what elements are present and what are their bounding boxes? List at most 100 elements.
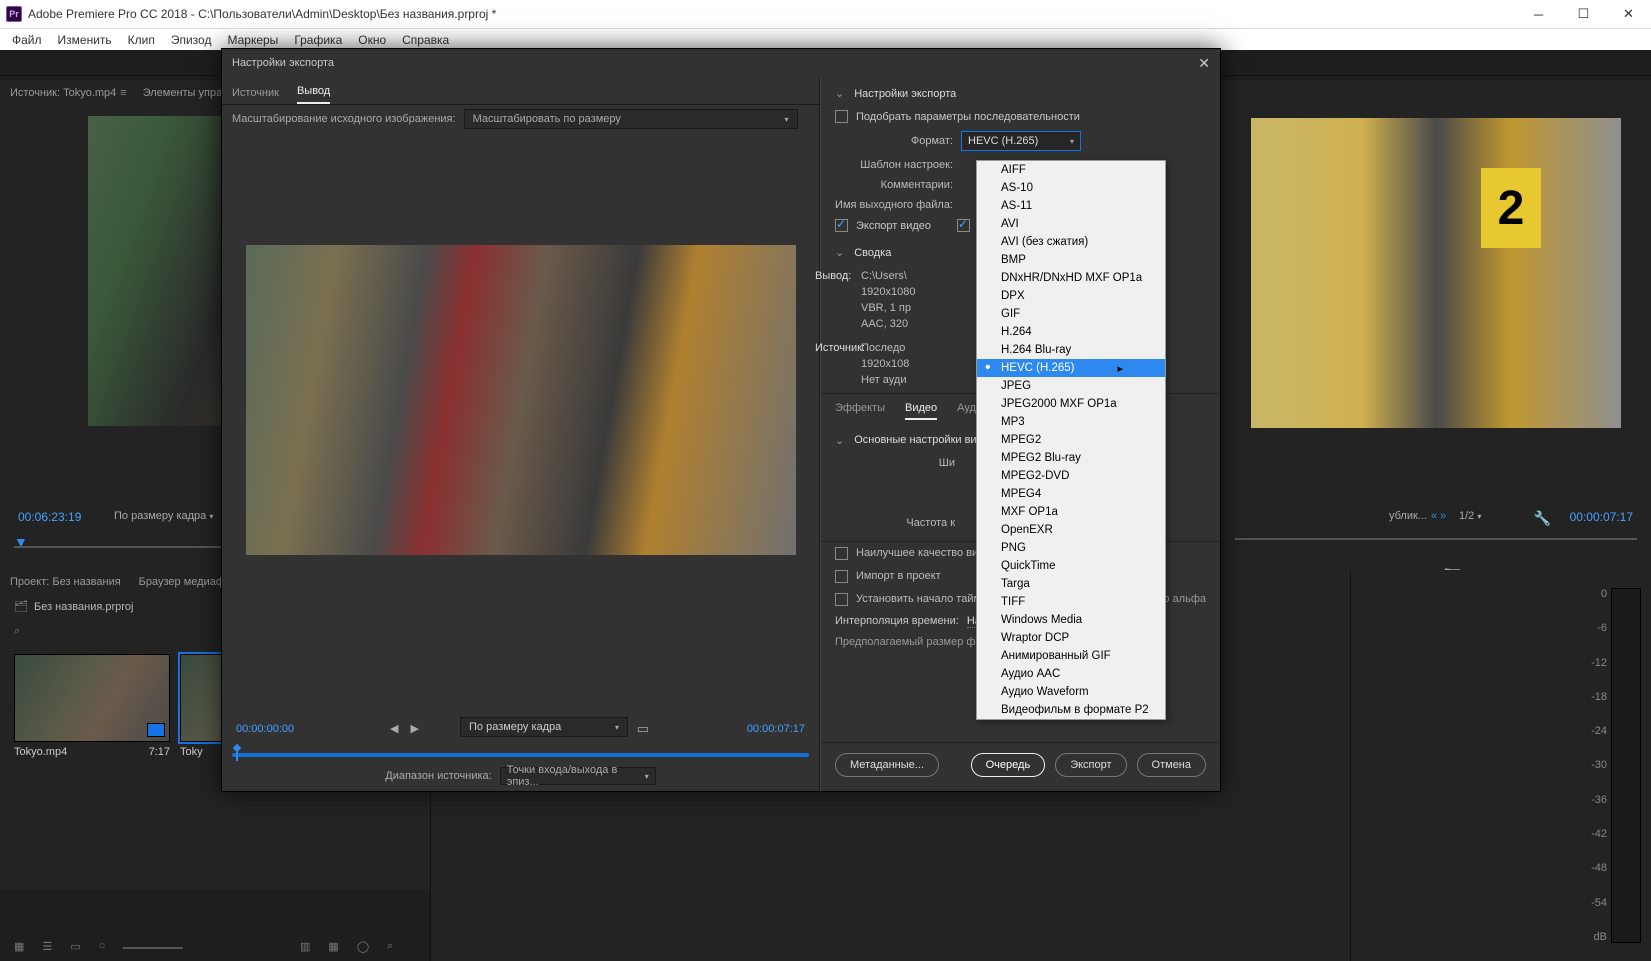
format-option[interactable]: AIFF bbox=[977, 161, 1165, 179]
queue-button[interactable]: Очередь bbox=[971, 753, 1046, 777]
preview-step-buttons[interactable]: ◀▶ bbox=[390, 722, 419, 735]
subtab-video[interactable]: Видео bbox=[905, 402, 937, 420]
step-back-icon[interactable]: ◀ bbox=[390, 722, 398, 735]
program-monitor-panel: 2 ублик... « » 1/2 ▾ 🔧 00:00:07:17 📷 bbox=[1221, 80, 1651, 570]
project-tab[interactable]: Проект: Без названия bbox=[10, 576, 121, 588]
playhead-icon[interactable] bbox=[232, 745, 242, 761]
format-option[interactable]: H.264 Blu-ray bbox=[977, 341, 1165, 359]
format-option[interactable]: AS-11 bbox=[977, 197, 1165, 215]
preview-fit-dropdown[interactable]: По размеру кадра▾ bbox=[460, 717, 628, 737]
format-option[interactable]: MPEG2-DVD bbox=[977, 467, 1165, 485]
source-fit-dropdown[interactable]: По размеру кадра ▾ bbox=[114, 510, 213, 522]
new-bin-icon[interactable]: ▥ bbox=[300, 940, 310, 953]
format-option[interactable]: AS-10 bbox=[977, 179, 1165, 197]
match-sequence-label: Подобрать параметры последовательности bbox=[856, 111, 1080, 123]
format-option[interactable]: HEVC (H.265) bbox=[977, 359, 1165, 377]
best-quality-checkbox[interactable] bbox=[835, 547, 848, 560]
format-option[interactable]: JPEG2000 MXF OP1a bbox=[977, 395, 1165, 413]
menu-icon[interactable]: ≡ bbox=[120, 87, 126, 99]
format-option[interactable]: BMP bbox=[977, 251, 1165, 269]
format-option[interactable]: MXF OP1a bbox=[977, 503, 1165, 521]
new-item-icon[interactable]: ▦ bbox=[328, 940, 338, 953]
chevrons-icon[interactable]: « » bbox=[1431, 510, 1446, 522]
format-option[interactable]: Windows Media bbox=[977, 611, 1165, 629]
preview-timecode-start[interactable]: 00:00:00:00 bbox=[236, 723, 294, 735]
icon-view-icon[interactable]: ☰ bbox=[42, 940, 52, 953]
metadata-button[interactable]: Метаданные... bbox=[835, 753, 939, 777]
format-option[interactable]: QuickTime bbox=[977, 557, 1165, 575]
preview-scrubber[interactable] bbox=[232, 747, 809, 761]
maximize-button[interactable]: ☐ bbox=[1561, 0, 1606, 28]
program-zoom-dropdown[interactable]: 1/2 ▾ bbox=[1459, 510, 1481, 522]
step-fwd-icon[interactable]: ▶ bbox=[410, 722, 418, 735]
close-window-button[interactable]: ✕ bbox=[1606, 0, 1651, 28]
format-option[interactable]: PNG bbox=[977, 539, 1165, 557]
menu-sequence[interactable]: Эпизод bbox=[163, 33, 220, 47]
format-option[interactable]: Видеофильм в формате P2 bbox=[977, 701, 1165, 719]
format-option[interactable]: Wraptor DCP bbox=[977, 629, 1165, 647]
window-title: Adobe Premiere Pro CC 2018 - C:\Пользова… bbox=[28, 7, 1516, 21]
source-range-dropdown[interactable]: Точки входа/выхода в эпиз...▾ bbox=[500, 767, 656, 785]
tab-source[interactable]: Источник bbox=[232, 87, 279, 104]
menu-clip[interactable]: Клип bbox=[120, 33, 163, 47]
menu-help[interactable]: Справка bbox=[394, 33, 457, 47]
media-browser-tab[interactable]: Браузер медиаф bbox=[139, 576, 225, 588]
preview-timecode-end[interactable]: 00:00:07:17 bbox=[747, 723, 805, 735]
format-option[interactable]: JPEG bbox=[977, 377, 1165, 395]
clip-thumbnail[interactable]: Tokyo.mp47:17 bbox=[14, 654, 170, 758]
export-audio-checkbox[interactable] bbox=[957, 219, 970, 232]
menu-edit[interactable]: Изменить bbox=[50, 33, 120, 47]
menu-file[interactable]: Файл bbox=[4, 33, 50, 47]
menu-markers[interactable]: Маркеры bbox=[219, 33, 286, 47]
format-option[interactable]: MPEG2 bbox=[977, 431, 1165, 449]
chevron-down-icon[interactable]: ⌄ bbox=[835, 246, 844, 259]
chevron-down-icon[interactable]: ⌄ bbox=[835, 87, 844, 100]
format-option[interactable]: AVI bbox=[977, 215, 1165, 233]
format-option[interactable]: Анимированный GIF bbox=[977, 647, 1165, 665]
format-option[interactable]: AVI (без сжатия) bbox=[977, 233, 1165, 251]
find-icon[interactable]: ⌕ bbox=[387, 940, 393, 953]
menu-graphics[interactable]: Графика bbox=[286, 33, 350, 47]
close-dialog-button[interactable]: ✕ bbox=[1198, 55, 1210, 72]
set-timecode-checkbox[interactable] bbox=[835, 593, 848, 606]
menu-window[interactable]: Окно bbox=[350, 33, 394, 47]
source-tab[interactable]: Источник: Tokyo.mp4 ≡ bbox=[10, 87, 127, 99]
format-option[interactable]: TIFF bbox=[977, 593, 1165, 611]
wrench-icon[interactable]: 🔧 bbox=[1534, 510, 1551, 527]
format-option[interactable]: GIF bbox=[977, 305, 1165, 323]
format-option[interactable]: MPEG4 bbox=[977, 485, 1165, 503]
aspect-ratio-icon[interactable]: ▭ bbox=[637, 721, 649, 737]
format-option[interactable]: MP3 bbox=[977, 413, 1165, 431]
minimize-button[interactable]: ─ bbox=[1516, 0, 1561, 28]
format-option[interactable]: Targa bbox=[977, 575, 1165, 593]
tab-output[interactable]: Вывод bbox=[297, 85, 330, 104]
program-video: 2 bbox=[1251, 118, 1621, 428]
zoom-slider-icon[interactable]: ○ bbox=[99, 940, 106, 953]
list-view-icon[interactable]: ▦ bbox=[14, 940, 24, 953]
format-dropdown-list[interactable]: AIFFAS-10AS-11AVIAVI (без сжатия)BMPDNxH… bbox=[976, 160, 1166, 720]
source-timecode[interactable]: 00:06:23:19 bbox=[18, 510, 81, 524]
import-project-checkbox[interactable] bbox=[835, 570, 848, 583]
search-icon[interactable]: ⌕ bbox=[14, 625, 20, 638]
chevron-down-icon[interactable]: ⌄ bbox=[835, 434, 844, 447]
scale-dropdown[interactable]: Масштабировать по размеру▾ bbox=[464, 109, 798, 129]
format-option[interactable]: Аудио AAC bbox=[977, 665, 1165, 683]
dup-label: ублик... bbox=[1389, 510, 1427, 522]
format-option[interactable]: OpenEXR bbox=[977, 521, 1165, 539]
format-option[interactable]: DNxHR/DNxHD MXF OP1a bbox=[977, 269, 1165, 287]
match-sequence-checkbox[interactable] bbox=[835, 110, 848, 123]
subtab-effects[interactable]: Эффекты bbox=[835, 402, 885, 420]
clear-icon[interactable]: ◯ bbox=[357, 940, 369, 953]
format-option[interactable]: MPEG2 Blu-ray bbox=[977, 449, 1165, 467]
format-option[interactable]: H.264 bbox=[977, 323, 1165, 341]
export-button[interactable]: Экспорт bbox=[1055, 753, 1126, 777]
format-option[interactable]: Аудио Waveform bbox=[977, 683, 1165, 701]
format-option[interactable]: DPX bbox=[977, 287, 1165, 305]
freeform-icon[interactable]: ▭ bbox=[70, 940, 80, 953]
program-timecode[interactable]: 00:00:07:17 bbox=[1570, 510, 1633, 524]
program-scrubber[interactable] bbox=[1235, 538, 1637, 540]
export-video-checkbox[interactable] bbox=[835, 219, 848, 232]
cancel-button[interactable]: Отмена bbox=[1137, 753, 1206, 777]
range-label: Диапазон источника: bbox=[385, 770, 491, 782]
format-dropdown[interactable]: HEVC (H.265)▾ bbox=[961, 131, 1081, 151]
